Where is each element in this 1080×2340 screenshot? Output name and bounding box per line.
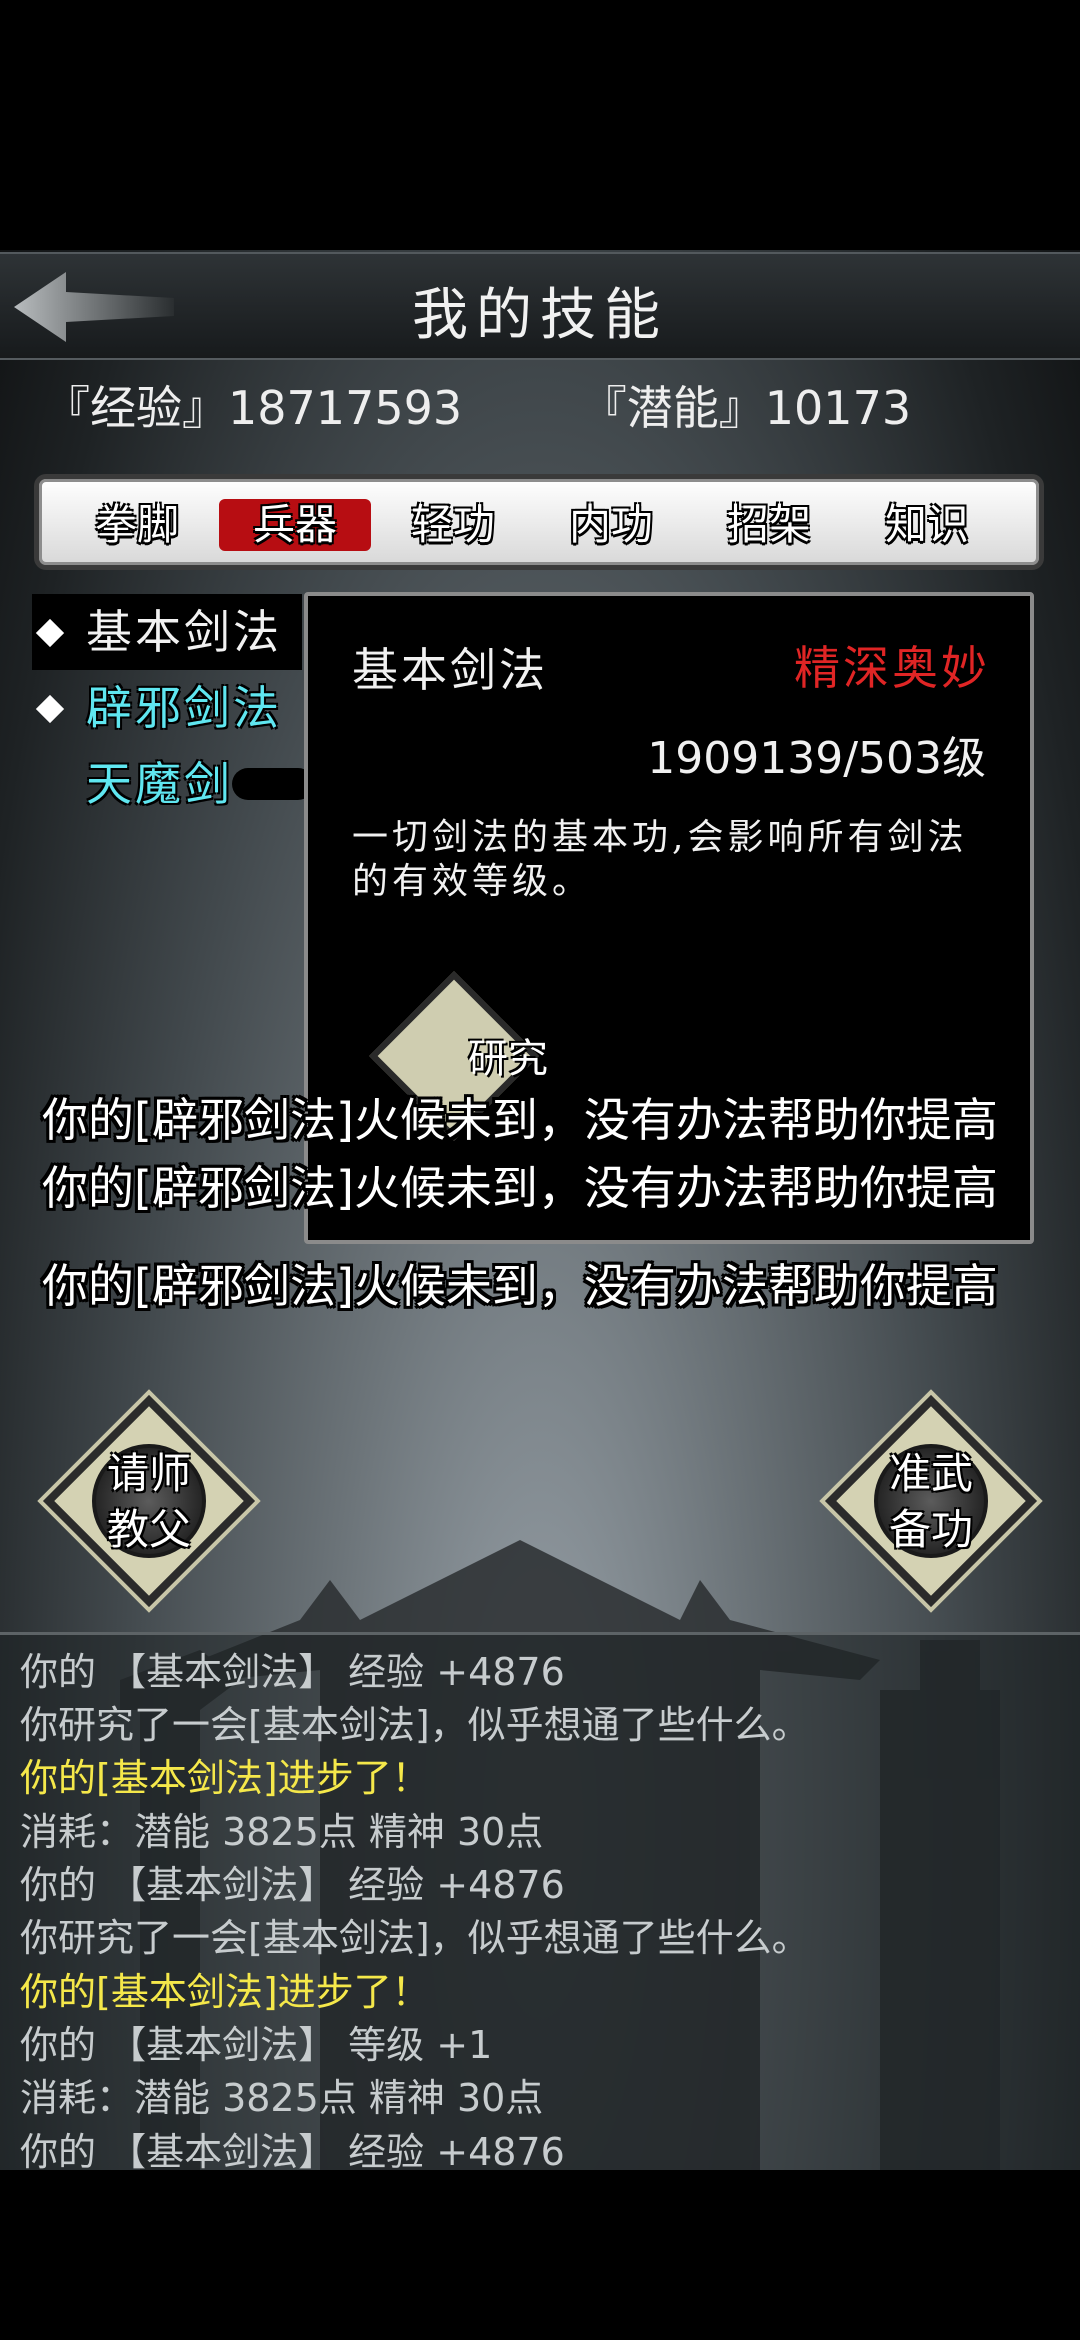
skill-label: 基本剑法 — [86, 605, 282, 659]
skill-item-bixie-sword[interactable]: 辟邪剑法 — [32, 670, 302, 746]
navigation-bar-area — [0, 2170, 1080, 2340]
detail-skill-description: 一切剑法的基本功,会影响所有剑法的有效等级。 — [352, 817, 968, 902]
skill-label: 辟邪剑法 — [86, 681, 282, 735]
log-line: 你研究了一会[基本剑法]，似乎想通了些什么。 — [20, 1916, 810, 1960]
page-title: 我的技能 — [412, 283, 668, 348]
status-bar-area — [0, 0, 1080, 250]
floating-message: 你的[辟邪剑法]火候未到，没有办法帮助你提高 — [42, 1259, 998, 1313]
tab-parry[interactable]: 招架 — [693, 499, 845, 551]
tab-lightness[interactable]: 轻功 — [377, 499, 529, 551]
ask-master-label: 请师 教父 — [44, 1446, 254, 1558]
prepare-skills-label: 准武 备功 — [826, 1446, 1036, 1558]
experience-stat: 『经验』18717593 — [44, 381, 463, 435]
log-line: 消耗：潜能 3825点 精神 30点 — [20, 1810, 544, 1854]
diamond-bullet-icon — [35, 694, 65, 724]
stats-row: 『经验』18717593 『潜能』10173 — [44, 372, 911, 438]
log-line: 消耗：潜能 3825点 精神 30点 — [20, 2076, 544, 2120]
tab-knowledge[interactable]: 知识 — [851, 499, 1003, 551]
ask-master-button[interactable]: 请师 教父 — [42, 1394, 256, 1608]
log-line: 你研究了一会[基本剑法]，似乎想通了些什么。 — [20, 1703, 810, 1747]
prepare-line1: 准武 — [888, 1449, 973, 1498]
prepare-skills-button[interactable]: 准武 备功 — [824, 1394, 1038, 1608]
detail-skill-level: 1909139/503级 — [647, 733, 986, 784]
log-line: 你的[基本剑法]进步了！ — [20, 1756, 430, 1800]
header-bar: 我的技能 — [0, 252, 1080, 360]
log-line: 你的 【基本剑法】 经验 +4876 — [20, 1863, 565, 1907]
ask-master-line2: 教父 — [106, 1505, 191, 1554]
floating-message: 你的[辟邪剑法]火候未到，没有办法帮助你提高 — [42, 1093, 998, 1147]
study-button-label: 研究 — [468, 1036, 548, 1082]
detail-skill-rank: 精深奥妙 — [794, 641, 990, 695]
tab-weapon[interactable]: 兵器 — [219, 499, 371, 551]
skill-item-basic-sword[interactable]: 基本剑法 — [32, 594, 302, 670]
potential-stat: 『潜能』10173 — [580, 381, 912, 435]
skill-item-tianmo-sword[interactable]: 天魔剑 — [32, 746, 314, 822]
category-tab-bar: 拳脚 兵器 轻功 内功 招架 知识 — [34, 474, 1044, 570]
log-line: 你的 【基本剑法】 等级 +1 — [20, 2023, 493, 2067]
tab-internal[interactable]: 内功 — [535, 499, 687, 551]
skill-label: 天魔剑 — [86, 757, 233, 811]
detail-skill-name: 基本剑法 — [352, 643, 548, 697]
prepare-line2: 备功 — [888, 1505, 973, 1554]
diamond-bullet-icon — [35, 618, 65, 648]
log-line: 你的 【基本剑法】 经验 +4876 — [20, 1650, 565, 1694]
skill-pill-marker — [232, 768, 314, 800]
tab-fist[interactable]: 拳脚 — [61, 499, 213, 551]
floating-message: 你的[辟邪剑法]火候未到，没有办法帮助你提高 — [42, 1161, 998, 1215]
screen-background: 我的技能 『经验』18717593 『潜能』10173 拳脚 兵器 轻功 内功 … — [0, 0, 1080, 2340]
message-log[interactable]: 你的 【基本剑法】 经验 +4876 你研究了一会[基本剑法]，似乎想通了些什么… — [0, 1632, 1080, 2175]
log-line: 你的 【基本剑法】 经验 +4876 — [20, 2130, 565, 2174]
log-line: 你的[基本剑法]进步了！ — [20, 1970, 430, 2014]
ask-master-line1: 请师 — [106, 1449, 191, 1498]
skill-list: 基本剑法 辟邪剑法 天魔剑 — [32, 594, 314, 822]
